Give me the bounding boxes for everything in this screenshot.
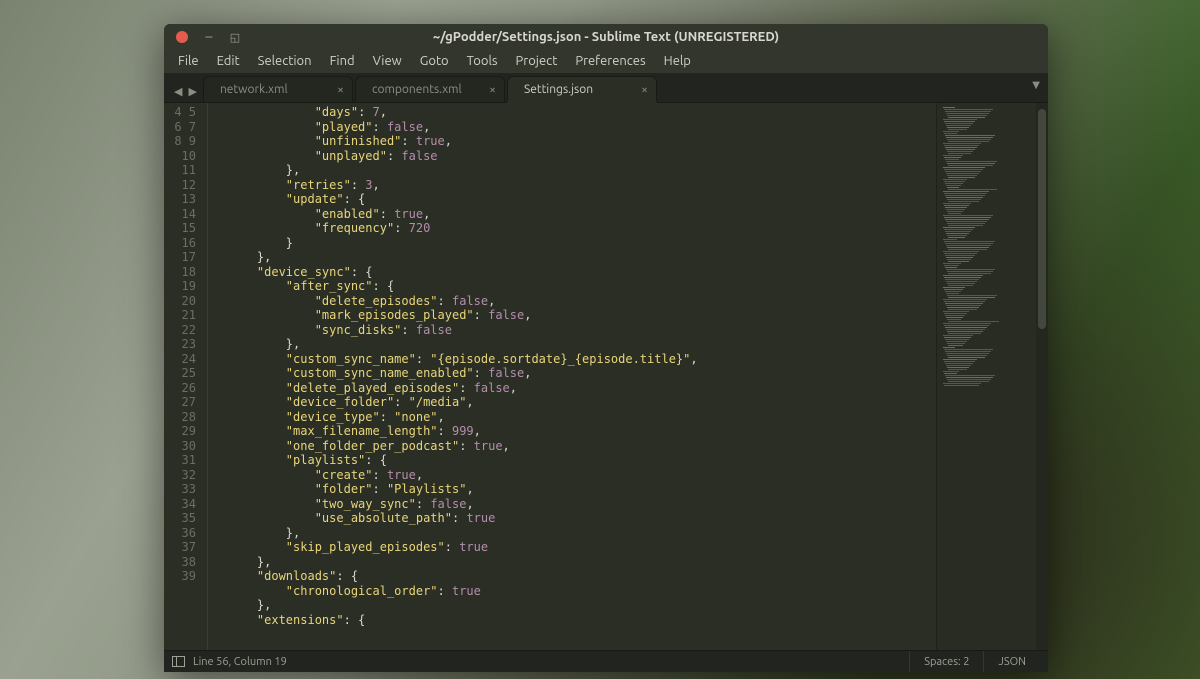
tab-close-icon[interactable]: ×	[337, 83, 344, 96]
tab-label: network.xml	[220, 83, 288, 96]
window-minimize-button[interactable]: –	[200, 31, 218, 43]
window-maximize-button[interactable]: ◱	[226, 31, 244, 43]
menu-item-edit[interactable]: Edit	[209, 51, 248, 71]
menu-item-preferences[interactable]: Preferences	[567, 51, 653, 71]
scrollbar-thumb[interactable]	[1038, 109, 1046, 329]
menu-item-file[interactable]: File	[170, 51, 207, 71]
tab-network-xml[interactable]: network.xml ×	[203, 76, 353, 102]
menubar: FileEditSelectionFindViewGotoToolsProjec…	[164, 49, 1048, 73]
menu-item-help[interactable]: Help	[656, 51, 699, 71]
menu-item-selection[interactable]: Selection	[250, 51, 320, 71]
tab-close-icon[interactable]: ×	[641, 83, 648, 96]
status-cursor-position[interactable]: Line 56, Column 19	[193, 656, 287, 668]
statusbar: Line 56, Column 19 Spaces: 2 JSON	[164, 650, 1048, 672]
tab-components-xml[interactable]: components.xml ×	[355, 76, 505, 102]
sidebar-toggle-icon[interactable]	[172, 656, 185, 667]
tab-label: Settings.json	[524, 83, 593, 96]
vertical-scrollbar[interactable]	[1036, 103, 1048, 650]
editor-window: – ◱ ~/gPodder/Settings.json - Sublime Te…	[164, 24, 1048, 672]
status-indent[interactable]: Spaces: 2	[909, 651, 983, 672]
window-title: ~/gPodder/Settings.json - Sublime Text (…	[164, 30, 1048, 44]
menu-item-goto[interactable]: Goto	[412, 51, 457, 71]
menu-item-find[interactable]: Find	[322, 51, 363, 71]
menu-item-tools[interactable]: Tools	[459, 51, 506, 71]
code-editor[interactable]: "days": 7, "played": false, "unfinished"…	[218, 103, 936, 650]
tab-nav-back-icon[interactable]: ◀	[174, 85, 182, 98]
window-close-button[interactable]	[176, 31, 188, 43]
tab-history-nav: ◀ ▶	[168, 85, 203, 102]
line-number-gutter[interactable]: 4 5 6 7 8 9 10 11 12 13 14 15 16 17 18 1…	[164, 103, 204, 650]
menu-item-view[interactable]: View	[365, 51, 410, 71]
tab-close-icon[interactable]: ×	[489, 83, 496, 96]
menu-item-project[interactable]: Project	[508, 51, 566, 71]
tab-label: components.xml	[372, 83, 462, 96]
minimap[interactable]	[936, 103, 1036, 650]
titlebar[interactable]: – ◱ ~/gPodder/Settings.json - Sublime Te…	[164, 24, 1048, 49]
editor-area: 4 5 6 7 8 9 10 11 12 13 14 15 16 17 18 1…	[164, 103, 1048, 650]
status-syntax[interactable]: JSON	[983, 651, 1040, 672]
tab-settings-json[interactable]: Settings.json ×	[507, 76, 657, 102]
fold-gutter[interactable]	[204, 103, 218, 650]
tab-nav-forward-icon[interactable]: ▶	[188, 85, 196, 98]
tab-overflow-icon[interactable]: ▼	[1032, 79, 1040, 91]
tabbar: ◀ ▶ network.xml×components.xml×Settings.…	[164, 73, 1048, 103]
